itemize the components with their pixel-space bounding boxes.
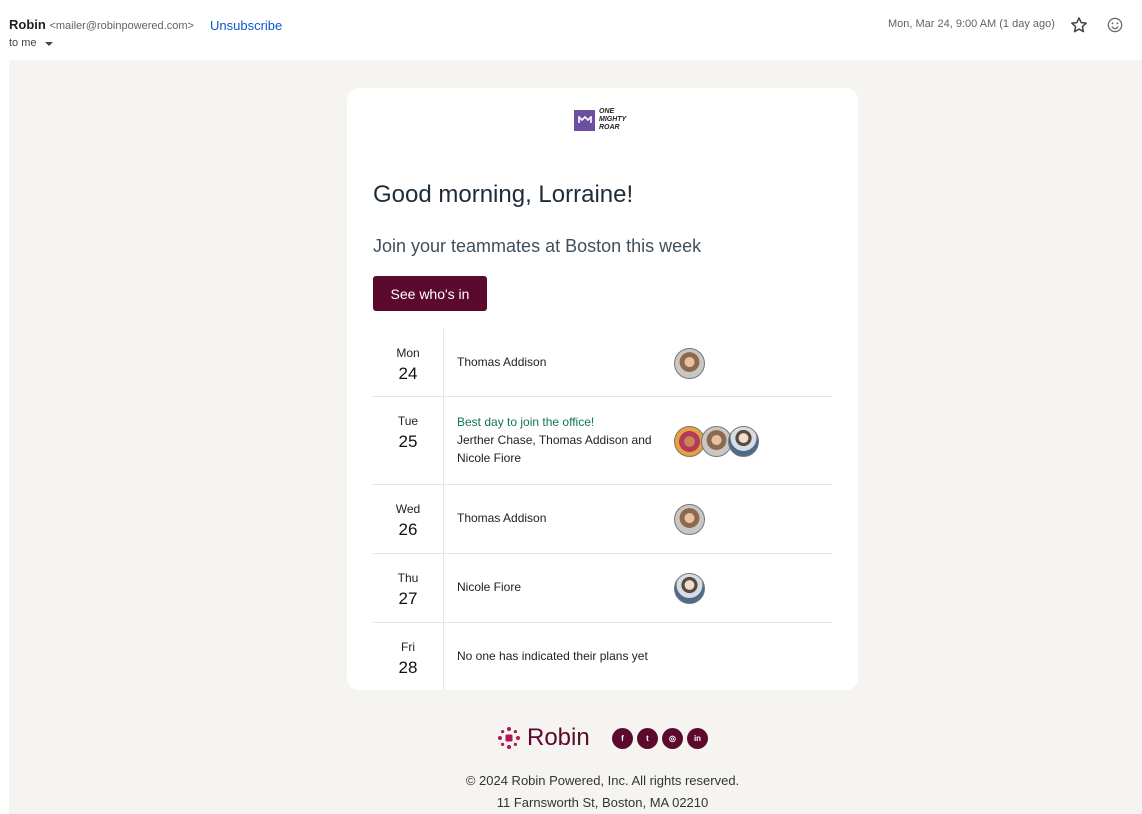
company-logo: ONE MIGHTY ROAR: [574, 108, 626, 132]
logo-line: ROAR: [599, 124, 620, 131]
see-whos-in-button[interactable]: See who's in: [373, 276, 487, 311]
avatar-nicole-fiore: [674, 573, 705, 604]
avatar-group: [674, 573, 705, 604]
schedule-table: Mon 24 Thomas Addison Tue 25 Best day to…: [373, 329, 832, 690]
sender-name[interactable]: Robin: [9, 17, 46, 32]
linkedin-icon[interactable]: in: [687, 728, 708, 749]
day-name: Mon: [396, 346, 420, 360]
day-number: 26: [398, 520, 418, 539]
day-name: Wed: [395, 502, 421, 516]
emoji-icon[interactable]: [1105, 15, 1125, 35]
day-number: 24: [398, 364, 418, 383]
attendee-names: Jerther Chase, Thomas Addison and Nicole…: [457, 433, 652, 465]
avatar-thomas-addison: [674, 348, 705, 379]
schedule-row-mon: Mon 24 Thomas Addison: [373, 329, 832, 397]
day-cell: Thu 27: [373, 554, 444, 622]
logo-line: MIGHTY: [599, 116, 627, 123]
attendee-names: Thomas Addison: [457, 511, 547, 525]
email-card: ONE MIGHTY ROAR Good morning, Lorraine! …: [347, 88, 858, 690]
day-cell: Wed 26: [373, 485, 444, 553]
schedule-row-thu: Thu 27 Nicole Fiore: [373, 554, 832, 623]
attendee-names: Thomas Addison: [457, 355, 547, 369]
logo-line: ONE: [599, 108, 615, 115]
unsubscribe-link[interactable]: Unsubscribe: [210, 18, 282, 33]
robin-mark-icon: [498, 727, 520, 749]
chevron-down-icon[interactable]: [44, 41, 53, 46]
robin-logo[interactable]: Robin: [497, 724, 590, 752]
recipient-dropdown[interactable]: to me: [9, 37, 53, 49]
twitter-icon[interactable]: t: [637, 728, 658, 749]
schedule-row-wed: Wed 26 Thomas Addison: [373, 485, 832, 554]
best-day-note: Best day to join the office!: [457, 415, 595, 429]
day-name: Thu: [397, 571, 419, 585]
sender[interactable]: Robin <mailer@robinpowered.com>: [9, 17, 194, 32]
day-cell: Fri 28: [373, 623, 444, 690]
attendees-cell: Nicole Fiore: [457, 578, 669, 596]
attendees-cell: Thomas Addison: [457, 509, 669, 527]
day-number: 27: [398, 589, 418, 608]
footer-address: 11 Farnsworth St, Boston, MA 02210: [496, 795, 709, 810]
footer-copyright: © 2024 Robin Powered, Inc. All rights re…: [465, 773, 740, 788]
recipient-label: to me: [9, 37, 37, 49]
greeting-heading: Good morning, Lorraine!: [373, 181, 634, 208]
logo-text: ONE MIGHTY ROAR: [599, 108, 626, 132]
attendees-cell: No one has indicated their plans yet: [457, 647, 669, 665]
day-cell: Tue 25: [373, 397, 444, 484]
sender-email: <mailer@robinpowered.com>: [49, 20, 194, 32]
attendees-cell: Thomas Addison: [457, 353, 669, 371]
day-name: Tue: [397, 414, 419, 428]
avatar-group: [674, 348, 705, 379]
day-number: 25: [398, 432, 418, 451]
day-cell: Mon 24: [373, 329, 444, 396]
day-name: Fri: [401, 640, 415, 654]
attendee-names: No one has indicated their plans yet: [457, 649, 648, 663]
attendees-cell: Best day to join the office! Jerther Cha…: [457, 413, 669, 467]
logo-mark-icon: [574, 109, 595, 131]
day-number: 28: [398, 658, 418, 677]
facebook-icon[interactable]: f: [612, 728, 633, 749]
email-date: Mon, Mar 24, 9:00 AM (1 day ago): [888, 18, 1055, 30]
email-header: Robin <mailer@robinpowered.com> Unsubscr…: [0, 0, 1142, 60]
avatar-thomas-addison: [674, 504, 705, 535]
social-links: f t ◎ in: [612, 728, 708, 749]
subtitle: Join your teammates at Boston this week: [373, 236, 702, 256]
schedule-row-tue: Tue 25 Best day to join the office! Jert…: [373, 397, 832, 485]
avatar-nicole-fiore: [728, 426, 759, 457]
schedule-row-fri: Fri 28 No one has indicated their plans …: [373, 623, 832, 690]
star-icon[interactable]: [1069, 15, 1089, 35]
instagram-icon[interactable]: ◎: [662, 728, 683, 749]
attendee-names: Nicole Fiore: [457, 580, 522, 594]
robin-wordmark: Robin: [527, 724, 590, 751]
avatar-group: [674, 426, 759, 457]
avatar-group: [674, 504, 705, 535]
